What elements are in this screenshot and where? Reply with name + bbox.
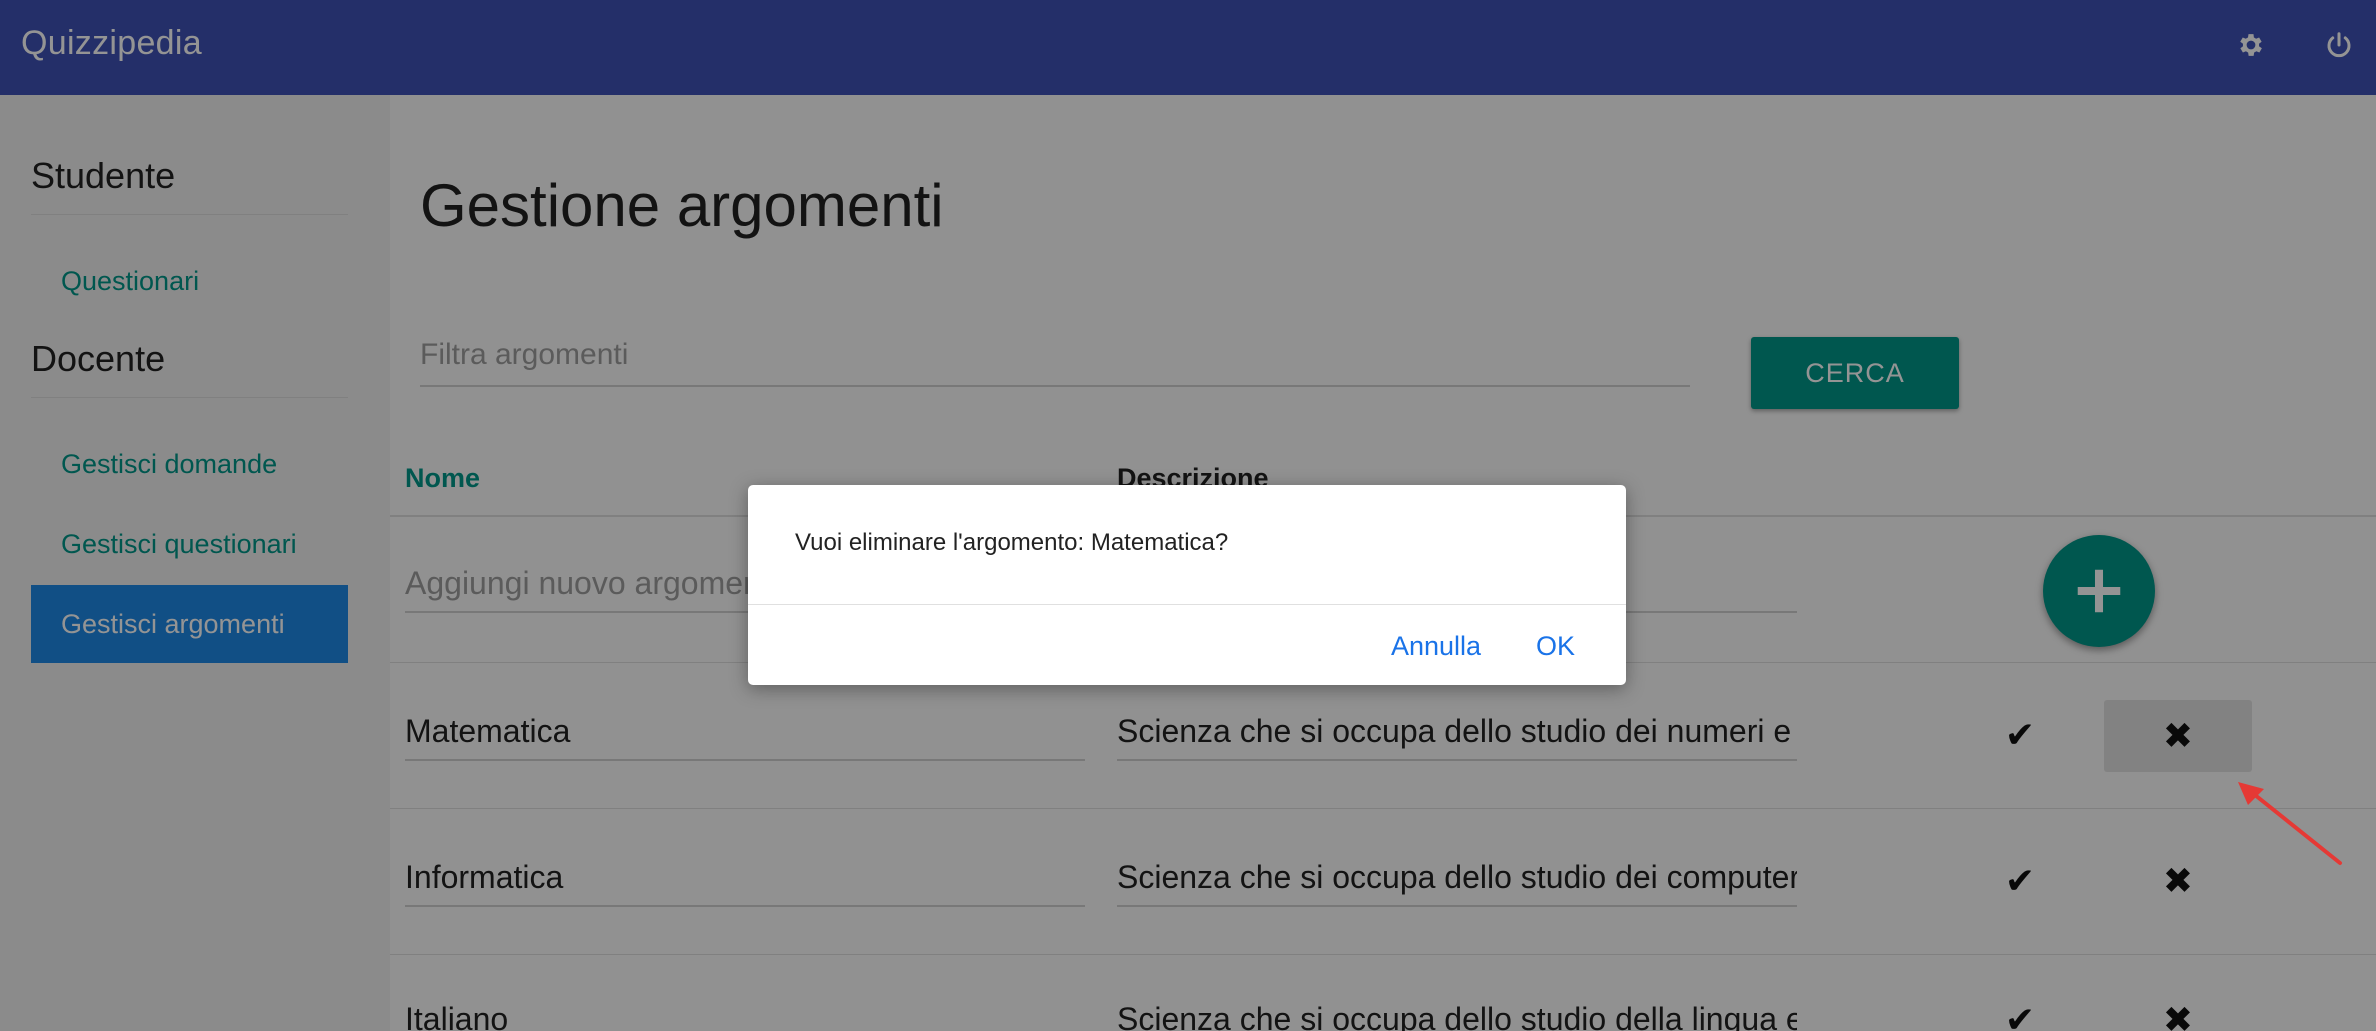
dialog-message: Vuoi eliminare l'argomento: Matematica?: [795, 529, 1229, 556]
cancel-button[interactable]: Annulla: [1391, 631, 1481, 662]
dialog-divider: [748, 604, 1626, 605]
ok-button[interactable]: OK: [1536, 631, 1575, 662]
annotation-arrow-icon: [2238, 782, 2342, 865]
confirm-dialog: Vuoi eliminare l'argomento: Matematica? …: [748, 485, 1626, 685]
